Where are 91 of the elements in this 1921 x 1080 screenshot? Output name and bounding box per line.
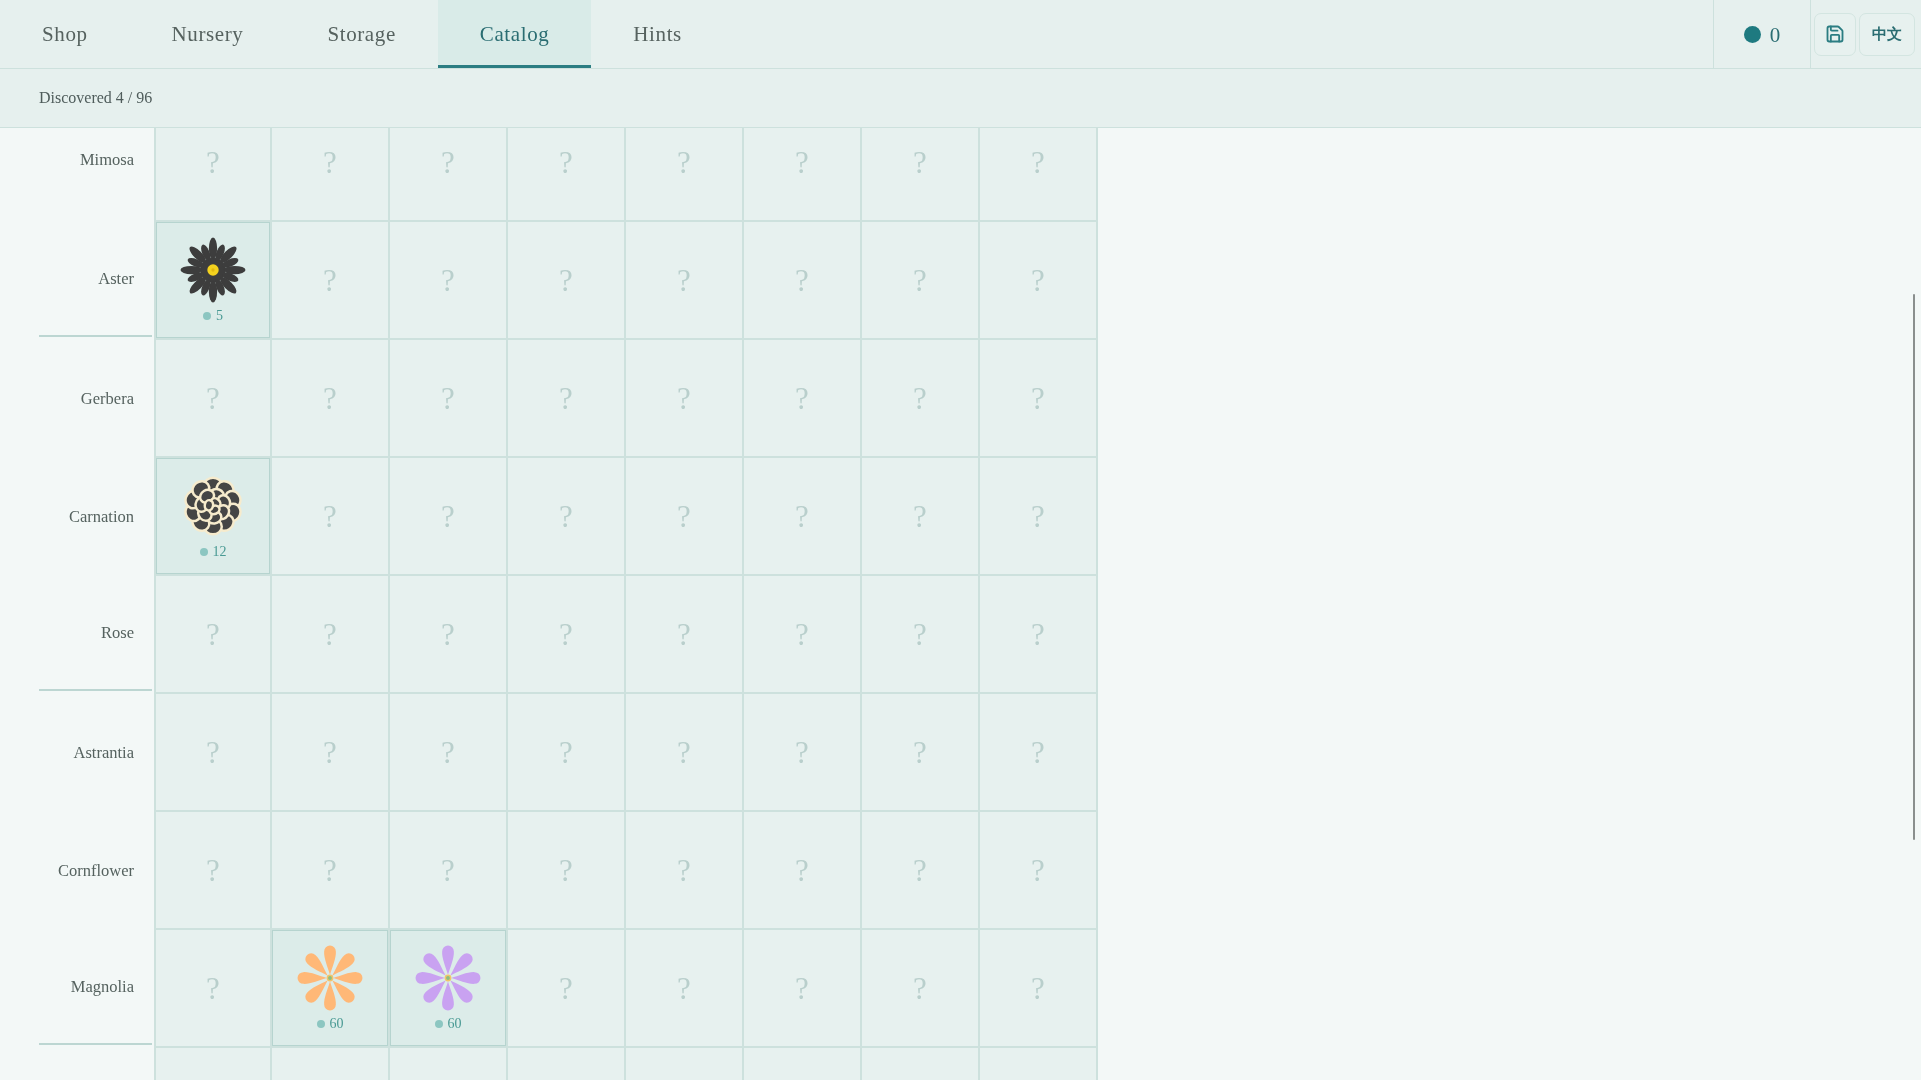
question-mark: ? bbox=[559, 146, 573, 178]
nav-tab[interactable]: Shop bbox=[0, 0, 130, 68]
flower-name: Mimosa bbox=[79, 150, 134, 170]
question-mark: ? bbox=[795, 618, 809, 650]
discovered-count: Discovered 4 / 96 bbox=[39, 89, 153, 107]
question-mark: ? bbox=[559, 500, 573, 532]
flower-name: Rose bbox=[101, 622, 134, 643]
flower-icon bbox=[415, 945, 481, 1011]
question-mark: ? bbox=[441, 500, 455, 532]
save-button[interactable] bbox=[1814, 12, 1856, 56]
flower-icon bbox=[297, 945, 363, 1011]
price-text: 5 bbox=[216, 309, 223, 323]
question-mark: ? bbox=[913, 264, 927, 296]
question-mark: ? bbox=[913, 500, 927, 532]
question-mark: ? bbox=[206, 736, 220, 768]
nav-tab[interactable]: Nursery bbox=[129, 0, 286, 68]
question-mark: ? bbox=[677, 500, 691, 532]
coin-amount: 0 bbox=[1769, 22, 1781, 48]
question-mark: ? bbox=[559, 854, 573, 886]
question-mark: ? bbox=[323, 146, 337, 178]
language-button[interactable]: 中文 bbox=[1859, 12, 1915, 56]
question-mark: ? bbox=[1031, 382, 1045, 414]
question-mark: ? bbox=[323, 854, 337, 886]
question-mark: ? bbox=[206, 854, 220, 886]
flower-name: Gerbera bbox=[80, 389, 134, 409]
question-mark: ? bbox=[559, 972, 573, 1004]
question-mark: ? bbox=[795, 382, 809, 414]
flower-name: Astrantia bbox=[73, 743, 134, 763]
question-mark: ? bbox=[441, 618, 455, 650]
daisy-icon bbox=[180, 237, 246, 303]
question-mark: ? bbox=[677, 736, 691, 768]
question-mark: ? bbox=[559, 736, 573, 768]
flower-name: Cornflower bbox=[57, 861, 134, 881]
question-mark: ? bbox=[913, 972, 927, 1004]
dot-icon bbox=[199, 548, 208, 556]
question-mark: ? bbox=[677, 146, 691, 178]
flower-name: Aster bbox=[98, 268, 134, 289]
save-icon bbox=[1825, 24, 1845, 44]
question-mark: ? bbox=[677, 382, 691, 414]
question-mark: ? bbox=[441, 854, 455, 886]
question-mark: ? bbox=[441, 736, 455, 768]
question-mark: ? bbox=[323, 264, 337, 296]
question-mark: ? bbox=[1031, 146, 1045, 178]
nav-tab[interactable]: Hints bbox=[591, 0, 724, 68]
price-text: 60 bbox=[447, 1017, 462, 1031]
question-mark: ? bbox=[206, 146, 220, 178]
question-mark: ? bbox=[206, 382, 220, 414]
question-mark: ? bbox=[795, 500, 809, 532]
question-mark: ? bbox=[795, 854, 809, 886]
question-mark: ? bbox=[795, 146, 809, 178]
question-mark: ? bbox=[913, 736, 927, 768]
nav-tab[interactable]: Catalog bbox=[437, 0, 592, 68]
dot-icon bbox=[434, 1020, 443, 1028]
price-text: 60 bbox=[329, 1017, 344, 1031]
question-mark: ? bbox=[795, 736, 809, 768]
question-mark: ? bbox=[1031, 854, 1045, 886]
question-mark: ? bbox=[559, 382, 573, 414]
price-text: 12 bbox=[212, 545, 227, 559]
question-mark: ? bbox=[1031, 972, 1045, 1004]
question-mark: ? bbox=[323, 382, 337, 414]
question-mark: ? bbox=[677, 972, 691, 1004]
question-mark: ? bbox=[795, 972, 809, 1004]
question-mark: ? bbox=[913, 618, 927, 650]
dot-icon bbox=[316, 1020, 325, 1028]
question-mark: ? bbox=[1031, 264, 1045, 296]
question-mark: ? bbox=[913, 382, 927, 414]
nav-tab[interactable]: Storage bbox=[285, 0, 438, 68]
question-mark: ? bbox=[913, 854, 927, 886]
question-mark: ? bbox=[323, 618, 337, 650]
flower-name: Carnation bbox=[68, 507, 134, 527]
question-mark: ? bbox=[206, 618, 220, 650]
question-mark: ? bbox=[441, 146, 455, 178]
question-mark: ? bbox=[559, 618, 573, 650]
question-mark: ? bbox=[913, 146, 927, 178]
question-mark: ? bbox=[206, 972, 220, 1004]
question-mark: ? bbox=[1031, 736, 1045, 768]
dot-icon bbox=[203, 312, 211, 320]
flower-name: Magnolia bbox=[70, 976, 134, 997]
question-mark: ? bbox=[677, 854, 691, 886]
question-mark: ? bbox=[795, 264, 809, 296]
question-mark: ? bbox=[677, 264, 691, 296]
question-mark: ? bbox=[1031, 618, 1045, 650]
question-mark: ? bbox=[323, 736, 337, 768]
scrollbar-thumb[interactable] bbox=[1913, 294, 1915, 840]
question-mark: ? bbox=[441, 264, 455, 296]
question-mark: ? bbox=[677, 618, 691, 650]
dot-icon bbox=[1743, 25, 1761, 43]
question-mark: ? bbox=[1031, 500, 1045, 532]
question-mark: ? bbox=[559, 264, 573, 296]
question-mark: ? bbox=[441, 382, 455, 414]
question-mark: ? bbox=[323, 500, 337, 532]
